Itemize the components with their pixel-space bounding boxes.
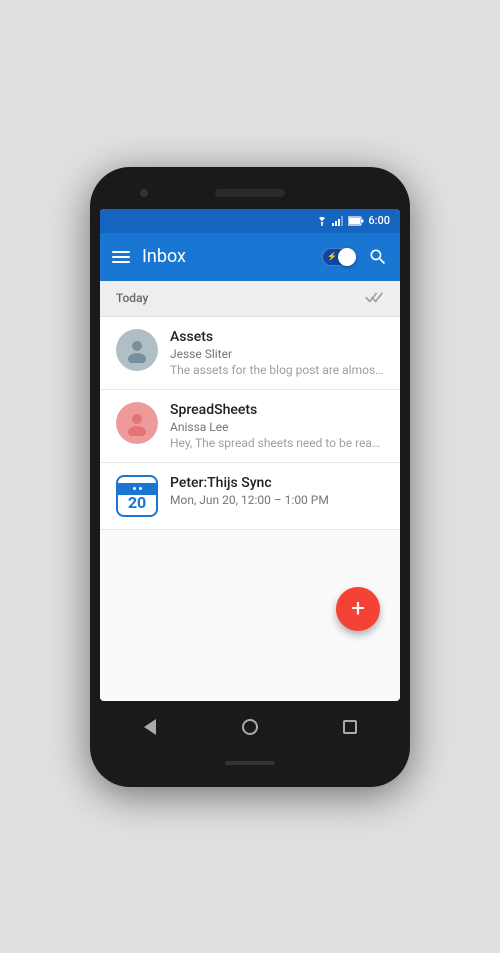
inbox-preview: The assets for the blog post are almost … [170,363,384,377]
inbox-event-time: Mon, Jun 20, 12:00 – 1:00 PM [170,493,384,507]
inbox-sender: Jesse Sliter [170,347,384,361]
bottom-nav [100,705,400,749]
plus-icon: + [351,596,365,620]
calendar-avatar: 20 [116,475,158,517]
phone-screen: 6:00 Inbox ⚡ Today [100,209,400,701]
home-icon [242,719,258,735]
phone-bottom-bar [100,753,400,773]
status-icons: 6:00 [316,214,390,227]
hamburger-line [112,256,130,258]
avatar [116,402,158,444]
toggle-icon: ⚡ [327,252,337,261]
inbox-preview: Hey, The spread sheets need to be ready … [170,436,384,450]
avatar [116,329,158,371]
inbox-list: Assets Jesse Sliter The assets for the b… [100,317,400,701]
app-bar: Inbox ⚡ [100,233,400,281]
inbox-subject: SpreadSheets [170,402,384,418]
calendar-day: 20 [128,495,146,515]
today-bar: Today [100,281,400,317]
toggle-thumb [338,248,356,266]
status-bar: 6:00 [100,209,400,233]
search-icon[interactable] [368,247,388,267]
signal-icon [332,216,344,226]
wifi-icon [316,216,328,226]
camera [140,189,148,197]
app-bar-actions: ⚡ [322,247,388,267]
phone-home-bar [225,761,275,765]
mark-done-icon[interactable] [364,290,384,306]
back-icon [144,719,156,735]
compose-button[interactable]: + [336,587,380,631]
battery-icon [348,216,364,226]
menu-button[interactable] [112,251,130,263]
toggle-view-button[interactable]: ⚡ [322,248,356,266]
hamburger-line [112,251,130,253]
inbox-subject: Assets [170,329,384,345]
fab-container: + [336,587,380,631]
inbox-item[interactable]: 20 Peter:Thijs Sync Mon, Jun 20, 12:00 –… [100,463,400,530]
recents-icon [343,720,357,734]
phone-top-bar [100,181,400,205]
inbox-sender: Anissa Lee [170,420,384,434]
home-button[interactable] [235,712,265,742]
app-title: Inbox [142,246,310,267]
calendar-dot [133,487,136,490]
inbox-item-content: Assets Jesse Sliter The assets for the b… [170,329,384,377]
hamburger-line [112,261,130,263]
recents-button[interactable] [335,712,365,742]
calendar-dot [139,487,142,490]
calendar-top-dots [133,487,142,490]
inbox-item[interactable]: SpreadSheets Anissa Lee Hey, The spread … [100,390,400,463]
phone-frame: 6:00 Inbox ⚡ Today [90,167,410,787]
inbox-item[interactable]: Assets Jesse Sliter The assets for the b… [100,317,400,390]
today-label: Today [116,291,148,305]
back-button[interactable] [135,712,165,742]
inbox-item-content: Peter:Thijs Sync Mon, Jun 20, 12:00 – 1:… [170,475,384,507]
status-time: 6:00 [368,214,390,227]
speaker [215,189,285,197]
inbox-subject: Peter:Thijs Sync [170,475,384,491]
inbox-item-content: SpreadSheets Anissa Lee Hey, The spread … [170,402,384,450]
